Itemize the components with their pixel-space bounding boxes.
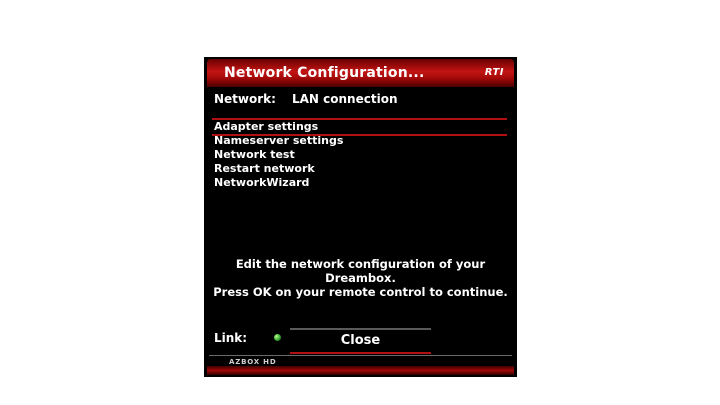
close-button-label: Close bbox=[340, 333, 381, 348]
network-label: Network: bbox=[214, 92, 276, 106]
help-line-3: Press OK on your remote control to conti… bbox=[213, 285, 508, 299]
help-text: Edit the network configuration of your D… bbox=[204, 257, 517, 299]
network-value: LAN connection bbox=[292, 92, 398, 106]
menu-item-label: NetworkWizard bbox=[214, 176, 310, 189]
menu-item-networkwizard[interactable]: NetworkWizard bbox=[204, 176, 517, 190]
menu-item-network-test[interactable]: Network test bbox=[204, 148, 517, 162]
bottom-bar bbox=[207, 366, 514, 375]
menu-item-label: Restart network bbox=[214, 162, 315, 175]
brand-logo: AZBOX HD bbox=[229, 358, 277, 366]
menu-item-nameserver-settings[interactable]: Nameserver settings bbox=[204, 134, 517, 148]
channel-logo: RTI bbox=[484, 67, 504, 78]
network-configuration-window: Network Configuration... RTI Network: LA… bbox=[204, 57, 517, 377]
title-bar: Network Configuration... RTI bbox=[207, 59, 514, 87]
help-line-2: Dreambox. bbox=[325, 271, 396, 285]
window-title: Network Configuration... bbox=[224, 65, 425, 81]
link-label: Link: bbox=[214, 331, 248, 345]
menu-item-adapter-settings[interactable]: Adapter settings bbox=[204, 120, 517, 134]
network-menu: Adapter settings Nameserver settings Net… bbox=[204, 118, 517, 190]
menu-item-label: Adapter settings bbox=[214, 120, 319, 133]
help-line-1: Edit the network configuration of your bbox=[235, 257, 486, 271]
menu-item-label: Nameserver settings bbox=[214, 134, 344, 147]
close-button[interactable]: Close bbox=[290, 328, 431, 354]
menu-item-restart-network[interactable]: Restart network bbox=[204, 162, 517, 176]
menu-item-label: Network test bbox=[214, 148, 295, 161]
footer-divider bbox=[209, 355, 512, 356]
link-status-led-icon bbox=[274, 334, 281, 341]
network-row: Network: LAN connection bbox=[214, 92, 398, 106]
